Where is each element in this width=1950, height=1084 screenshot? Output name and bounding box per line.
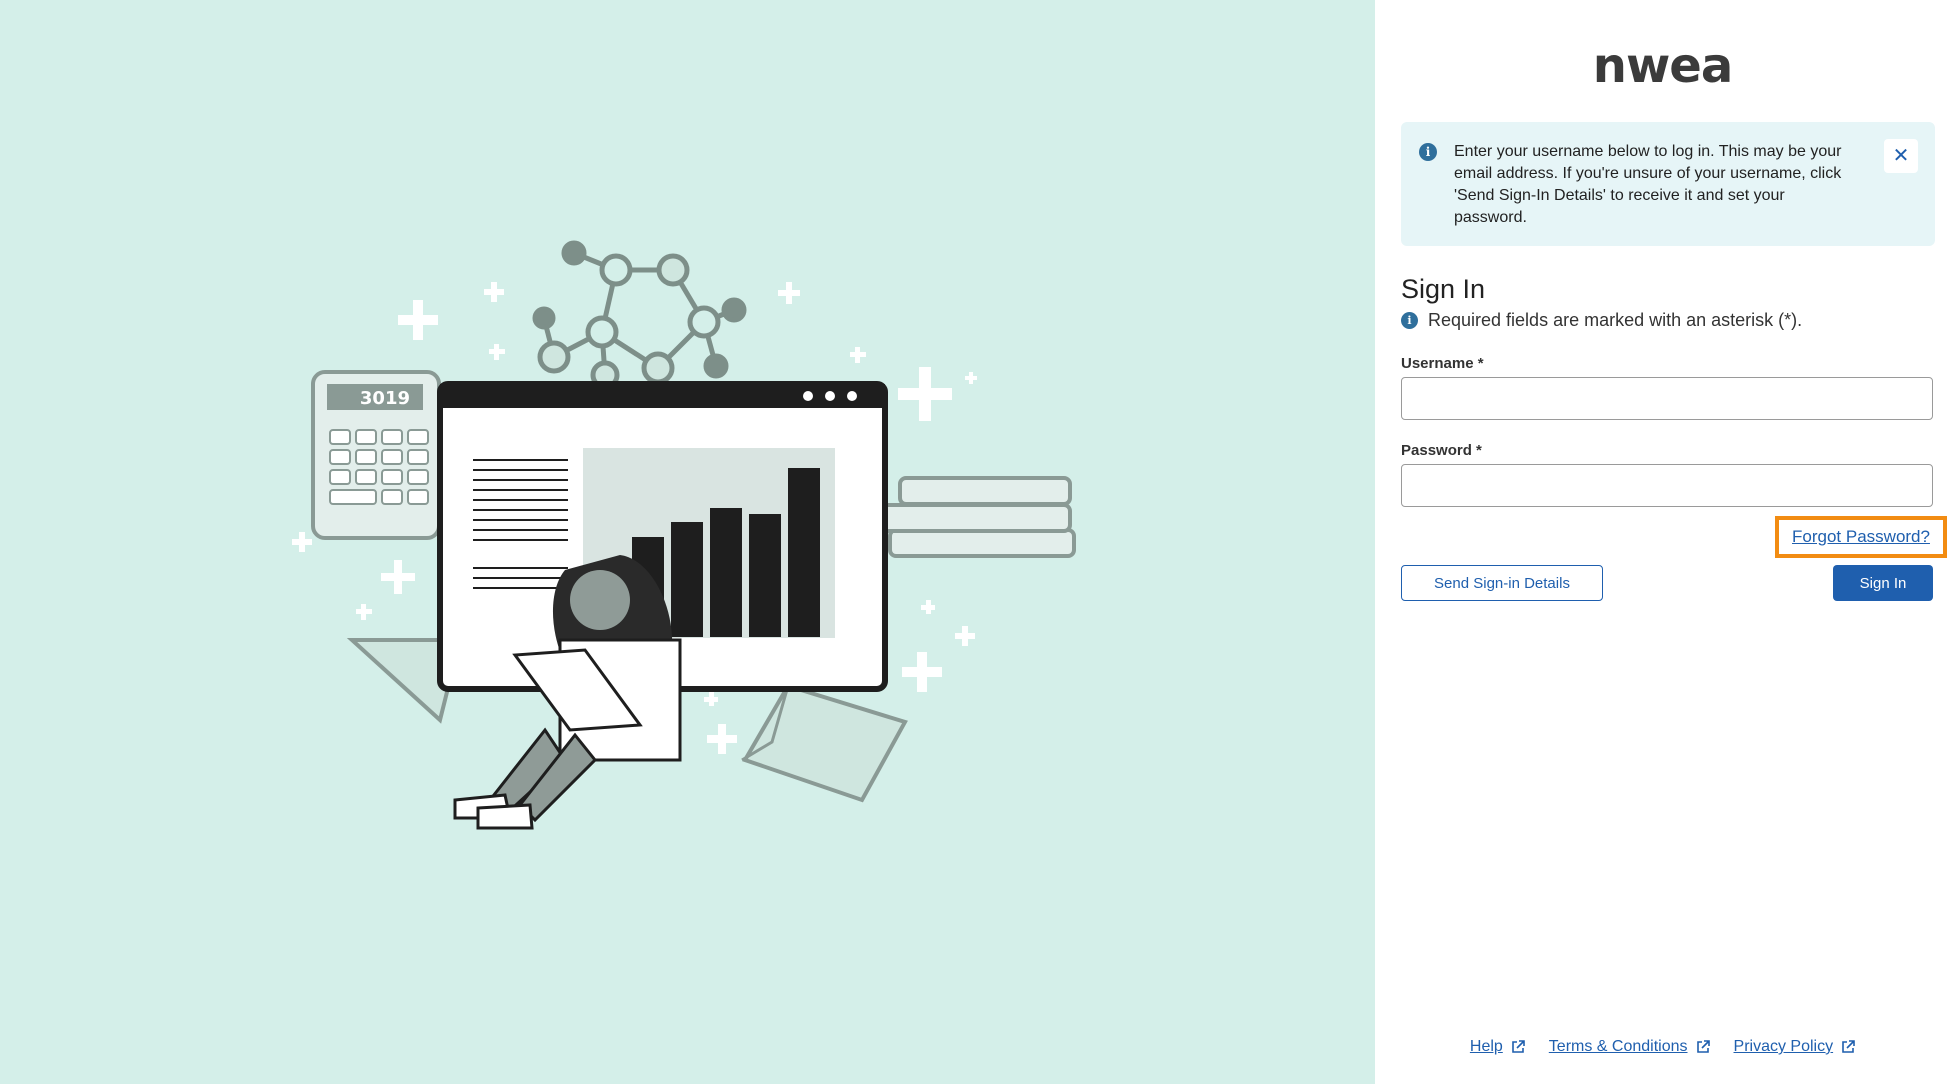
- illustration: 3019: [292, 240, 1076, 830]
- required-fields-note: i Required fields are marked with an ast…: [1401, 310, 1802, 331]
- close-icon: ✕: [1892, 145, 1910, 167]
- page-title: Sign In: [1401, 274, 1486, 304]
- info-icon: i: [1401, 312, 1418, 329]
- external-link-icon: [1696, 1040, 1710, 1053]
- sign-in-panel: nwea i Enter your username below to log …: [1375, 0, 1950, 1084]
- forgot-password-link[interactable]: Forgot Password?: [1792, 527, 1930, 547]
- prism-graphic: [741, 683, 908, 803]
- required-note-text: Required fields are marked with an aster…: [1428, 310, 1803, 330]
- terms-link[interactable]: Terms & Conditions: [1549, 1038, 1710, 1056]
- privacy-policy-link[interactable]: Privacy Policy: [1734, 1038, 1856, 1056]
- privacy-link-label: Privacy Policy: [1733, 1038, 1834, 1055]
- password-input[interactable]: [1401, 464, 1933, 507]
- send-sign-in-details-button[interactable]: Send Sign-in Details: [1401, 565, 1603, 601]
- footer-links: Help Terms & Conditions Privacy Policy: [1375, 1038, 1950, 1056]
- password-label: Password *: [1401, 442, 1482, 459]
- calculator-display: 3019: [360, 388, 410, 409]
- username-label: Username *: [1401, 355, 1484, 372]
- molecule-graphic: [532, 240, 747, 390]
- terms-link-label: Terms & Conditions: [1548, 1038, 1688, 1055]
- nwea-logo: nwea: [1592, 38, 1733, 94]
- info-icon: i: [1419, 143, 1437, 161]
- username-input[interactable]: [1401, 377, 1933, 420]
- external-link-icon: [1842, 1040, 1855, 1053]
- hero-illustration-panel: 3019: [0, 0, 1375, 1084]
- calculator-graphic: 3019: [311, 370, 441, 540]
- help-link-label: Help: [1469, 1038, 1503, 1055]
- info-alert: i Enter your username below to log in. T…: [1401, 122, 1935, 246]
- sign-in-button[interactable]: Sign In: [1833, 565, 1933, 601]
- forgot-password-highlight: Forgot Password?: [1775, 516, 1947, 558]
- books-graphic: [878, 476, 1076, 558]
- external-link-icon: [1511, 1040, 1525, 1053]
- alert-message: Enter your username below to log in. Thi…: [1454, 143, 1842, 226]
- help-link[interactable]: Help: [1470, 1038, 1525, 1056]
- close-alert-button[interactable]: ✕: [1884, 139, 1918, 173]
